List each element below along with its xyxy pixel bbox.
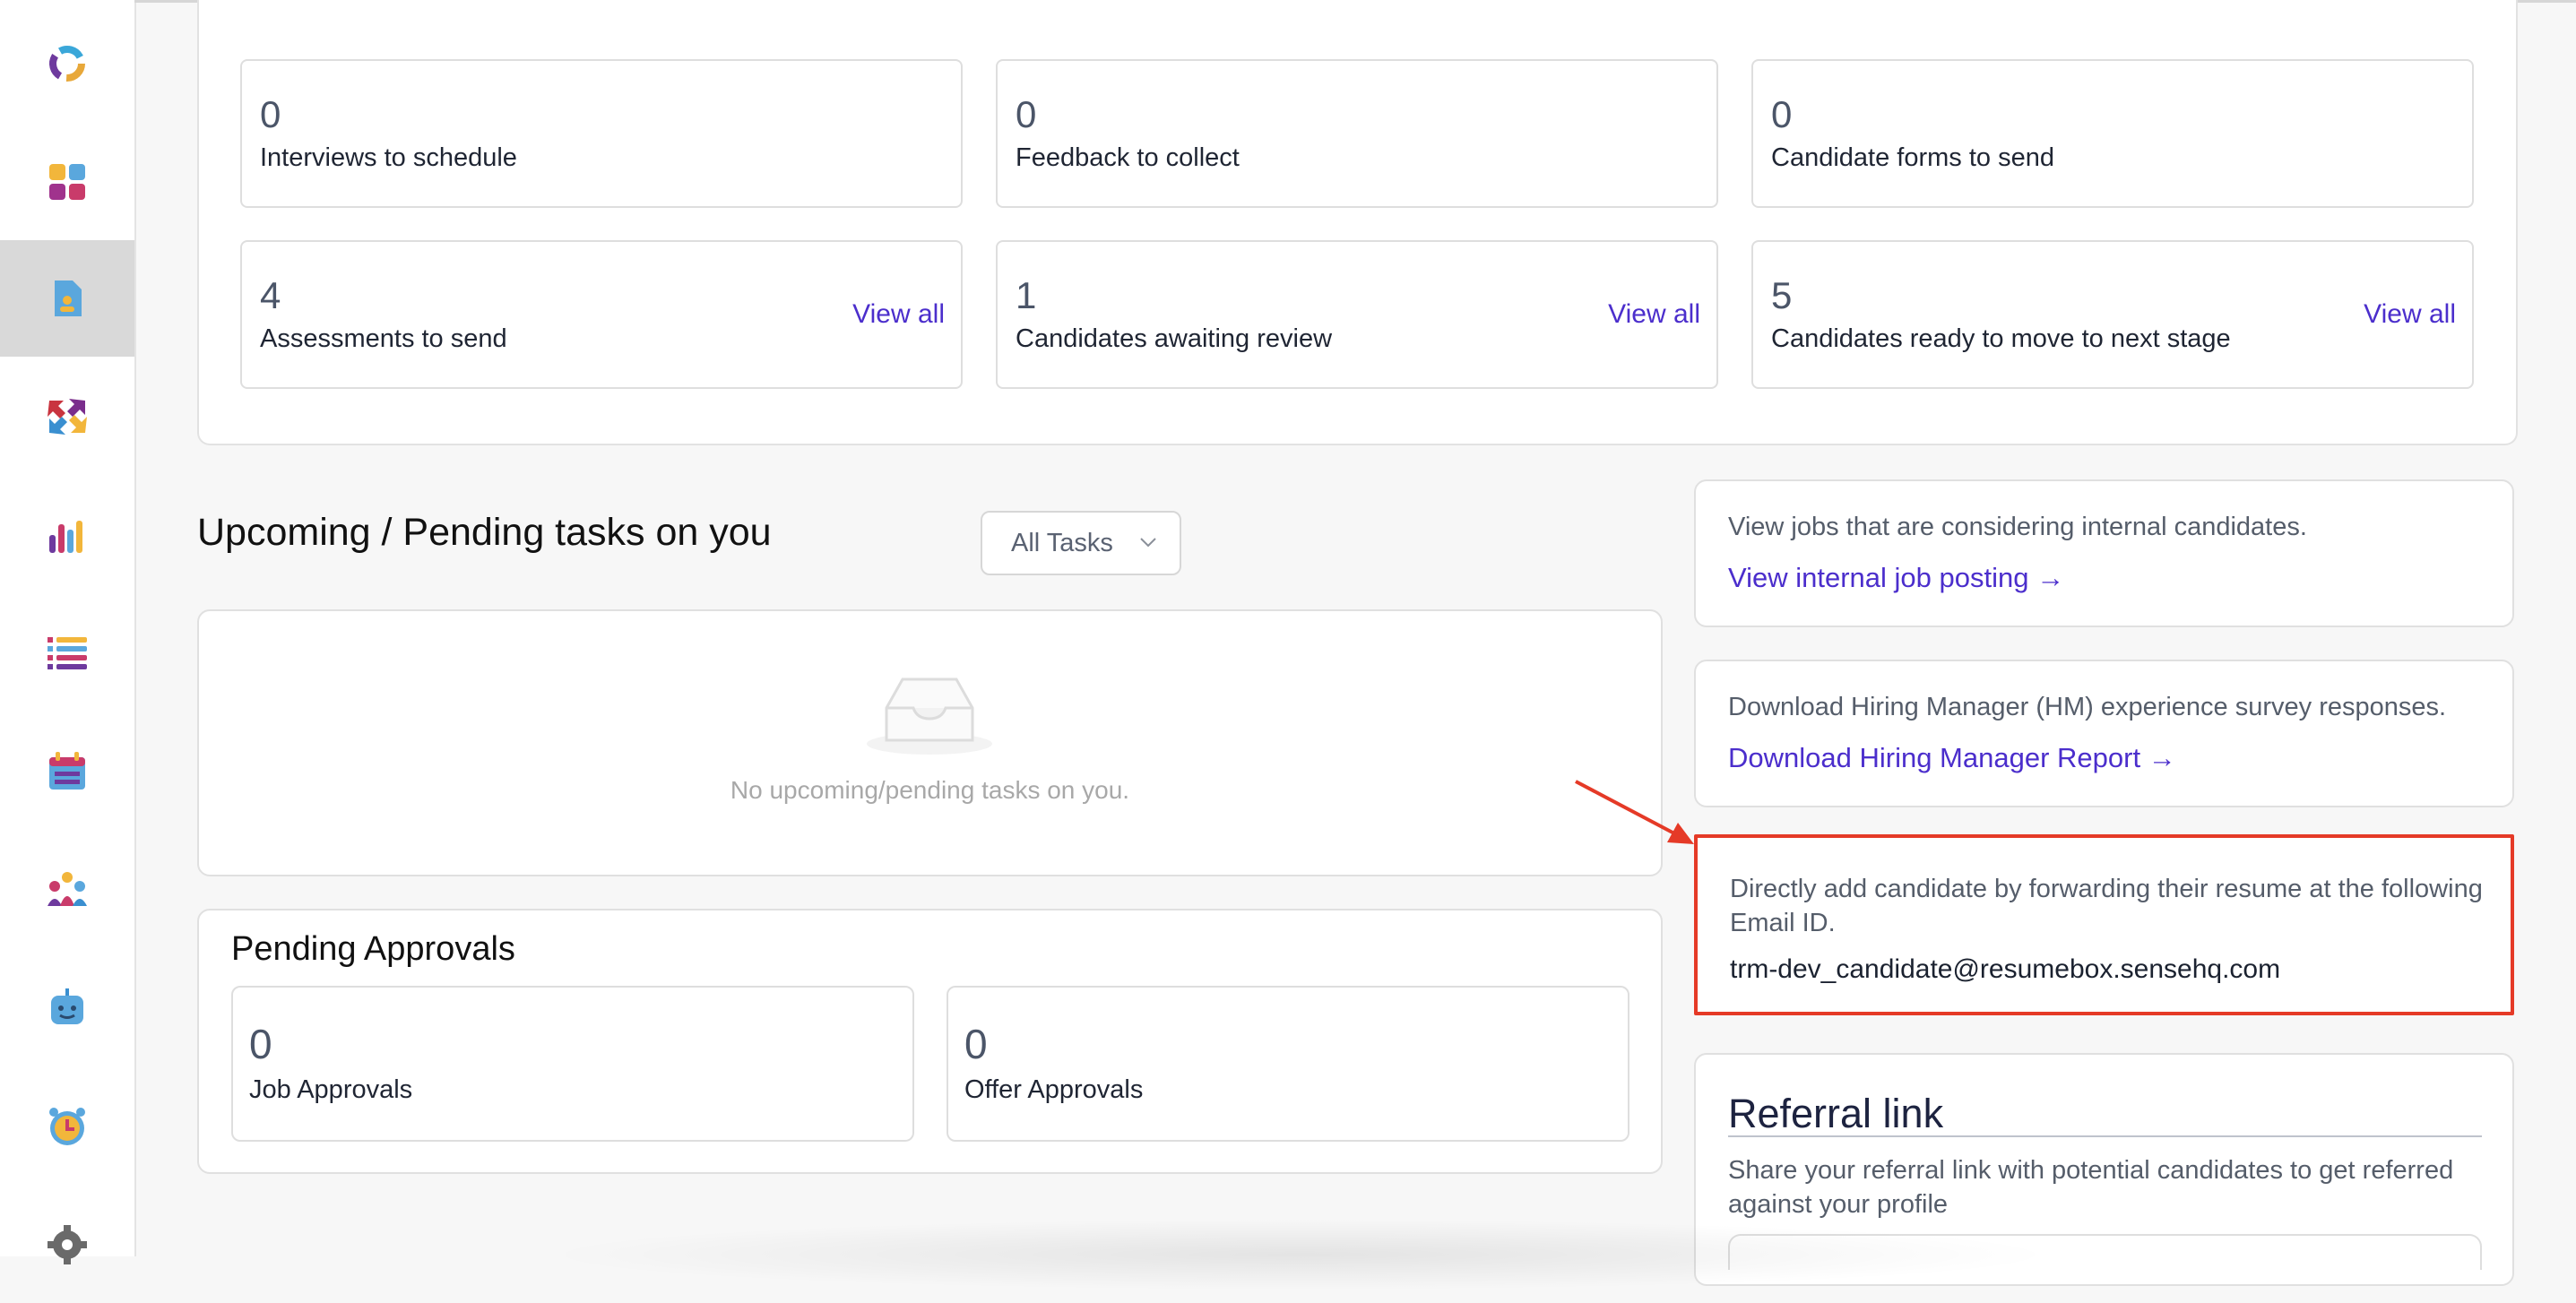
nav-reminders[interactable] [0,1068,134,1185]
view-all-link[interactable]: View all [1608,299,1700,330]
tasks-empty-state: No upcoming/pending tasks on you. [197,609,1663,876]
email-forward-card: Directly add candidate by forwarding the… [1694,834,2514,1015]
referral-title: Referral link [1728,1091,1944,1136]
stat-label: Feedback to collect [1016,143,1240,172]
pending-approvals-panel: Pending Approvals 0 Job Approvals 0 Offe… [197,909,1663,1174]
hm-report-text: Download Hiring Manager (HM) experience … [1728,693,2447,721]
approval-value: 0 [964,1021,988,1067]
stat-card-assessments[interactable]: 4 Assessments to send View all [240,240,963,389]
referral-text: Share your referral link with potential … [1728,1156,2454,1219]
internal-jobs-text: View jobs that are considering internal … [1728,513,2307,541]
approval-label: Job Approvals [249,1075,413,1104]
settings-icon [48,1225,87,1264]
job-approvals-card[interactable]: 0 Job Approvals [231,986,914,1142]
chevron-down-icon [1140,538,1156,548]
candidate-profile-icon [55,280,82,316]
calendar-icon [49,752,85,790]
view-all-link[interactable]: View all [852,299,945,330]
resume-email-address[interactable]: trm-dev_candidate@resumebox.sensehq.com [1730,954,2280,985]
list-icon [48,637,87,669]
analytics-icon [49,521,82,553]
offer-approvals-card[interactable]: 0 Offer Approvals [947,986,1629,1142]
stat-label: Assessments to send [260,324,507,353]
task-filter-dropdown[interactable]: All Tasks [981,511,1181,575]
stat-value: 0 [1016,93,1037,135]
referral-divider [1728,1135,2482,1137]
task-filter-value: All Tasks [1011,528,1113,557]
stat-label: Candidate forms to send [1771,143,2054,172]
nav-team[interactable] [0,832,134,948]
sidebar [0,0,136,1264]
logo-ring-icon [49,46,85,82]
stat-value: 0 [1771,93,1793,135]
nav-analytics[interactable] [0,477,134,593]
annotation-arrow-icon [1575,780,1694,844]
hm-report-card: Download Hiring Manager (HM) experience … [1694,660,2514,807]
dashboard-icon [49,164,85,200]
nav-chatbot[interactable] [0,950,134,1066]
internal-job-posting-link[interactable]: View internal job posting → [1728,562,2064,594]
stat-card-feedback[interactable]: 0 Feedback to collect [996,59,1718,208]
stat-card-awaiting-review[interactable]: 1 Candidates awaiting review View all [996,240,1718,389]
alarm-clock-icon [49,1108,85,1145]
logo-icon[interactable] [0,5,134,122]
internal-jobs-card: View jobs that are considering internal … [1694,479,2514,627]
stat-card-next-stage[interactable]: 5 Candidates ready to move to next stage… [1751,240,2474,389]
approvals-title: Pending Approvals [231,930,515,968]
stat-value: 0 [260,93,281,135]
tasks-title: Upcoming / Pending tasks on you [197,511,772,554]
approval-value: 0 [249,1021,272,1067]
view-all-link[interactable]: View all [2364,299,2456,330]
nav-list[interactable] [0,595,134,712]
transfer-arrows-icon [48,399,87,435]
stat-value: 4 [260,274,281,316]
nav-transfers[interactable] [0,358,134,475]
stat-value: 5 [1771,274,1793,316]
team-icon [48,872,87,906]
nav-dashboard[interactable] [0,124,134,240]
hiring-stats-panel: 0 Interviews to schedule 0 Feedback to c… [197,0,2518,445]
stat-card-interviews[interactable]: 0 Interviews to schedule [240,59,963,208]
email-forward-text: Directly add candidate by forwarding the… [1730,875,2483,937]
hm-report-link[interactable]: Download Hiring Manager Report → [1728,742,2176,774]
empty-inbox-icon [867,677,992,755]
stat-label: Interviews to schedule [260,143,517,172]
nav-settings[interactable] [0,1187,134,1303]
nav-calendar[interactable] [0,713,134,830]
stat-label: Candidates awaiting review [1016,324,1333,353]
bottom-shadow [538,1219,2062,1290]
stat-value: 1 [1016,274,1037,316]
chatbot-icon [51,988,83,1024]
empty-message: No upcoming/pending tasks on you. [730,776,1130,804]
approval-label: Offer Approvals [964,1075,1144,1104]
stat-card-candidate-forms[interactable]: 0 Candidate forms to send [1751,59,2474,208]
stat-label: Candidates ready to move to next stage [1771,324,2231,353]
nav-candidates[interactable] [0,240,134,357]
